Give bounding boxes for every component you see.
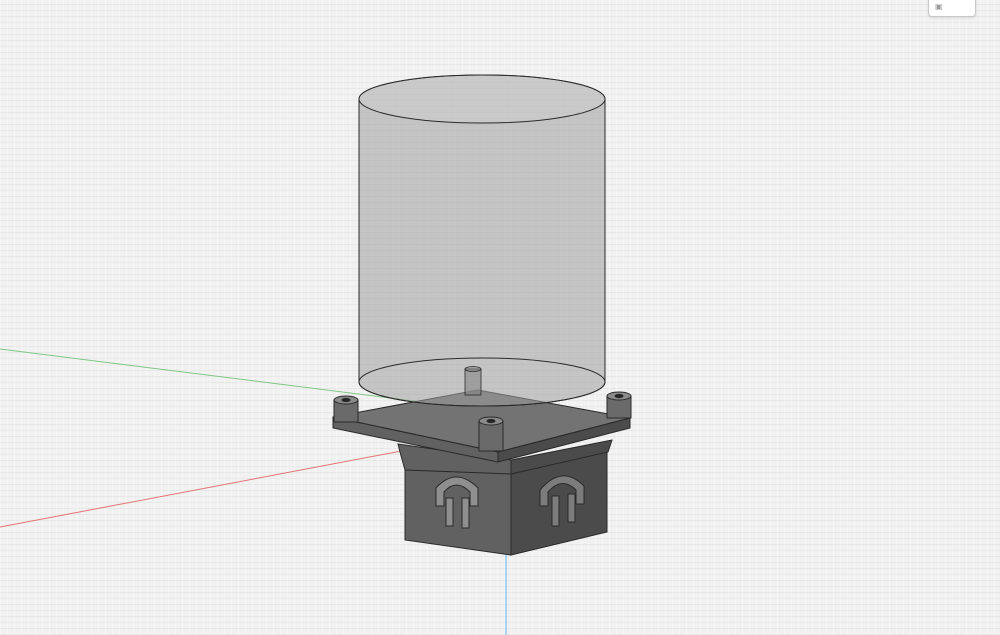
cylinder-top-rim bbox=[358, 74, 606, 124]
post-front-left-hole bbox=[341, 397, 351, 403]
post-back-right[interactable] bbox=[606, 391, 632, 419]
viewcube-icon[interactable]: ▣ bbox=[935, 2, 944, 11]
3d-viewport[interactable]: ▣ bbox=[0, 0, 1000, 635]
left-clip-leg-b bbox=[461, 497, 470, 529]
post-front-left[interactable] bbox=[333, 395, 359, 423]
post-back-right-hole bbox=[614, 393, 624, 399]
post-front-center-hole bbox=[486, 418, 496, 424]
cylinder-body bbox=[358, 74, 606, 407]
post-front-center[interactable] bbox=[478, 416, 504, 452]
center-shaft-top bbox=[464, 366, 482, 372]
right-clip-leg-b bbox=[567, 493, 576, 523]
transparent-cylinder[interactable] bbox=[358, 74, 606, 407]
3d-scene[interactable] bbox=[0, 0, 1000, 635]
right-clip-leg-a bbox=[551, 495, 560, 527]
center-shaft bbox=[464, 368, 482, 396]
left-clip-leg-a bbox=[445, 497, 454, 527]
viewcube-widget[interactable]: ▣ bbox=[928, 0, 976, 17]
